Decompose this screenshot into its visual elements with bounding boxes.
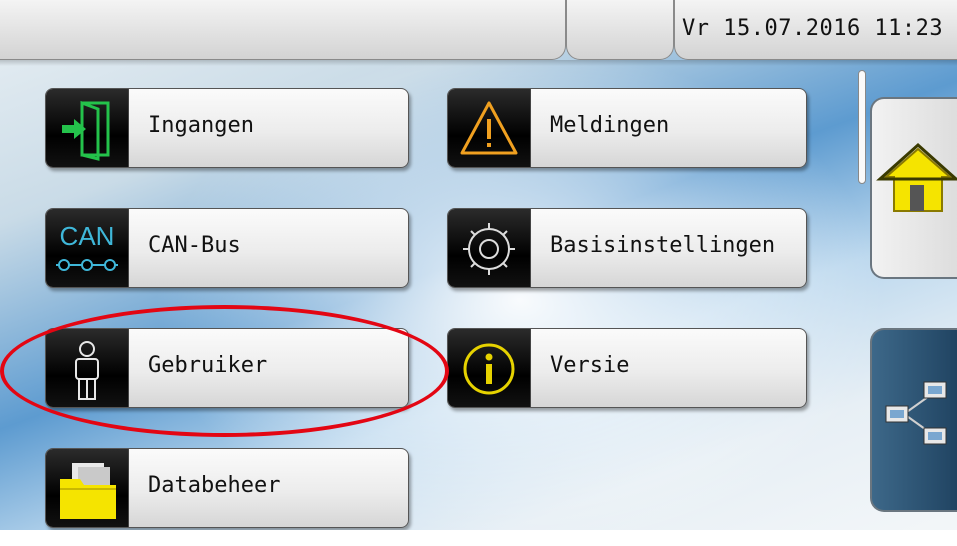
menu-button-ingangen[interactable]: Ingangen: [45, 88, 409, 168]
warning-triangle-icon: [448, 89, 531, 167]
home-button[interactable]: [870, 97, 957, 279]
top-bar-middle-segment: [566, 0, 674, 60]
screen: Vr 15.07.2016 11:23 Ingangen Meldingen C…: [0, 0, 957, 546]
top-bar-shadow: [0, 60, 957, 66]
scrollbar[interactable]: [858, 70, 866, 184]
menu-button-versie[interactable]: Versie: [447, 328, 807, 408]
home-icon: [876, 142, 957, 212]
info-icon: [448, 329, 531, 407]
datetime-display: Vr 15.07.2016 11:23: [682, 16, 944, 41]
menu-button-basisinstellingen[interactable]: Basisinstellingen: [447, 208, 807, 288]
menu-label-basisinstellingen: Basisinstellingen: [550, 233, 776, 258]
menu-button-databeheer[interactable]: Databeheer: [45, 448, 409, 528]
top-bar: Vr 15.07.2016 11:23: [0, 0, 957, 66]
menu-label-ingangen: Ingangen: [148, 113, 254, 138]
gear-icon: [448, 209, 531, 287]
top-bar-left-segment: [0, 0, 566, 60]
menu-label-versie: Versie: [550, 353, 630, 378]
network-icon: [885, 381, 947, 445]
menu-button-can-bus[interactable]: CAN CAN-Bus: [45, 208, 409, 288]
menu-label-gebruiker: Gebruiker: [148, 353, 268, 378]
can-bus-icon: CAN: [46, 209, 129, 287]
menu-label-can-bus: CAN-Bus: [148, 233, 241, 258]
menu-label-meldingen: Meldingen: [550, 113, 670, 138]
inputs-door-icon: [46, 89, 129, 167]
user-icon: [46, 329, 129, 407]
bottom-border: [0, 530, 957, 546]
can-icon-text: CAN: [60, 221, 115, 251]
folder-icon: [46, 449, 129, 527]
menu-button-gebruiker[interactable]: Gebruiker: [45, 328, 409, 408]
menu-label-databeheer: Databeheer: [148, 473, 281, 498]
menu-button-meldingen[interactable]: Meldingen: [447, 88, 807, 168]
network-button[interactable]: [870, 328, 957, 512]
